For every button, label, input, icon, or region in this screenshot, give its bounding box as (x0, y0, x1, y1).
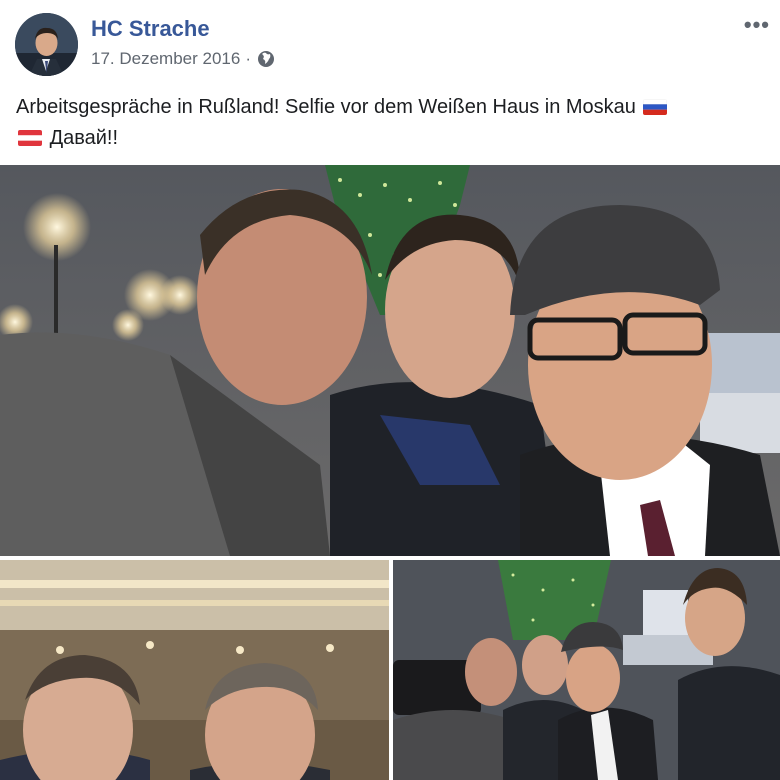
post-date[interactable]: 17. Dezember 2016 (91, 49, 240, 69)
russia-flag-icon (643, 99, 668, 115)
post-text-line2: Давай!! (49, 127, 119, 149)
group-photo[interactable] (393, 560, 780, 780)
post-text-line1: Arbeitsgespräche in Rußland! Selfie vor … (16, 96, 636, 118)
post-meta: 17. Dezember 2016 · (91, 49, 275, 69)
main-photo[interactable] (0, 165, 780, 556)
post-text: Arbeitsgespräche in Rußland! Selfie vor … (16, 92, 766, 154)
austria-flag-icon (18, 130, 42, 146)
meta-separator: · (245, 49, 251, 68)
more-options-button[interactable]: ••• (744, 12, 770, 38)
author-name[interactable]: HC Strache (91, 16, 210, 42)
restaurant-photo[interactable] (0, 560, 389, 780)
avatar[interactable] (15, 13, 78, 76)
post-header: HC Strache 17. Dezember 2016 · ••• (0, 0, 780, 90)
globe-icon[interactable] (257, 50, 275, 68)
